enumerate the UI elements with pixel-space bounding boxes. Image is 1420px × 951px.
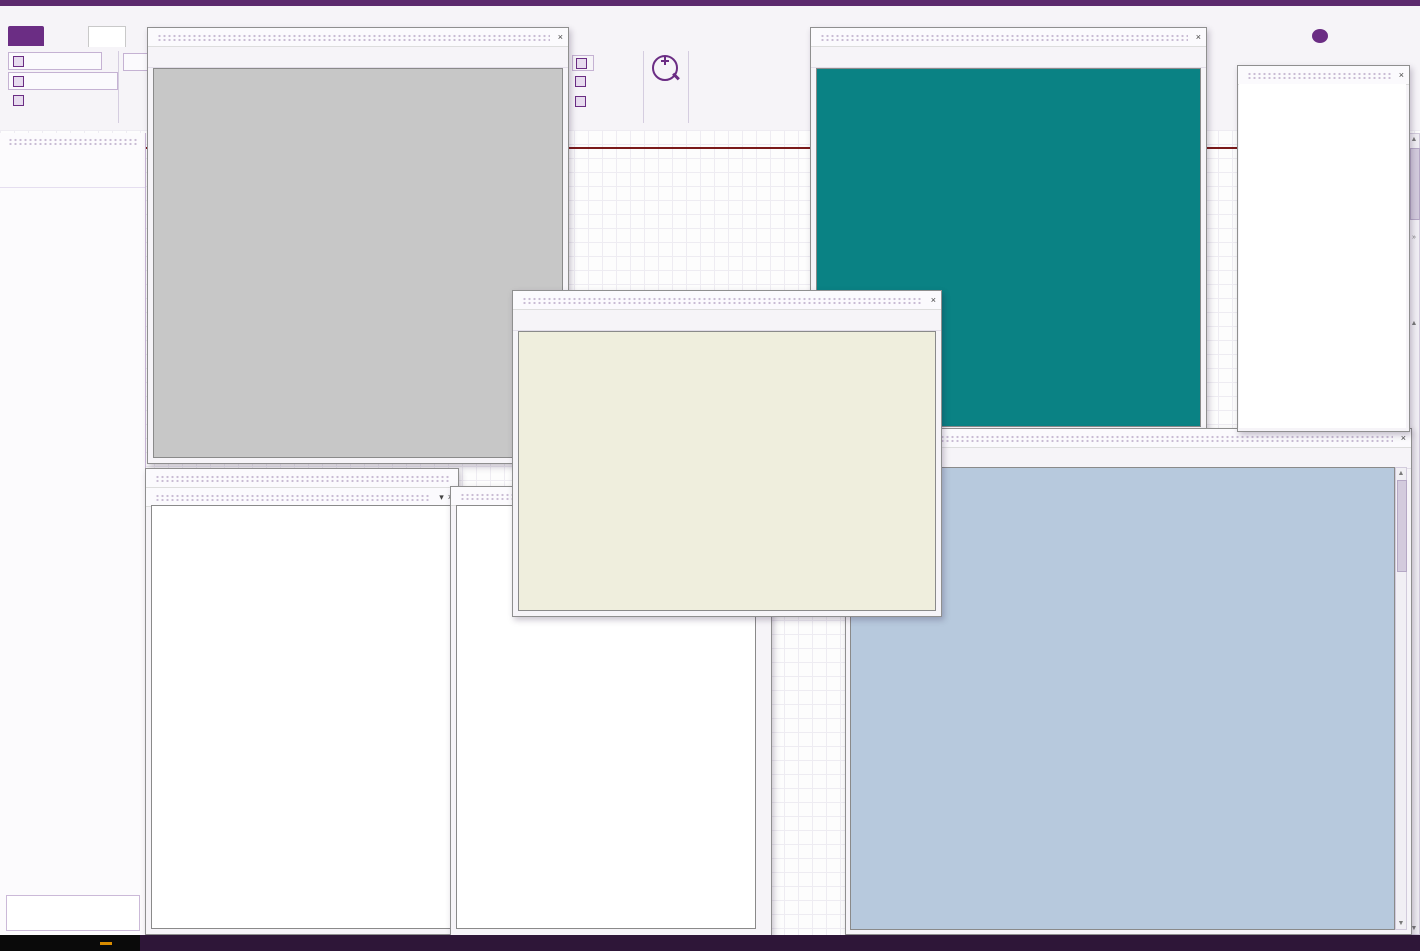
- eblocks-vertical-scrollbar[interactable]: ▲ ▼: [1395, 467, 1407, 930]
- target-window-titlebar[interactable]: ×: [1238, 66, 1409, 85]
- outputs-window-toolbar: [513, 310, 941, 331]
- target-device-body: [1239, 84, 1406, 428]
- pwm-window-titlebar[interactable]: ×: [811, 28, 1206, 47]
- icon-lists-toggle-icon: [575, 76, 586, 87]
- tab-file[interactable]: [8, 26, 44, 46]
- zoom-icon[interactable]: [652, 55, 680, 81]
- tab-view[interactable]: [88, 26, 126, 47]
- target-device-window: ×: [1237, 65, 1410, 432]
- analog-window-body: [151, 505, 453, 929]
- project-explorer-icon: [13, 55, 24, 67]
- explorer-footer-box: [6, 895, 140, 931]
- close-icon[interactable]: ×: [558, 32, 563, 42]
- view-icon-lists-toggle[interactable]: [575, 76, 589, 87]
- close-icon[interactable]: ×: [1196, 32, 1201, 42]
- outputs-panel-canvas: [518, 331, 936, 611]
- flowcode-app-window: ▲ » ▲ ▼ × × × ▲ ▼ ▾ × ×: [0, 0, 1420, 951]
- dropdown-caret-icon[interactable]: ▾: [439, 492, 444, 503]
- inputs-panel-canvas: [153, 68, 563, 458]
- status-bar: [0, 935, 1420, 951]
- pwm-window-toolbar: [811, 47, 1206, 68]
- status-indicator: [100, 942, 112, 945]
- inputs-window-titlebar[interactable]: ×: [148, 28, 568, 47]
- project-explorer-header: [0, 133, 145, 149]
- close-icon[interactable]: ×: [1399, 70, 1404, 80]
- project-explorer-panel: [0, 133, 146, 935]
- view-target-device-toggle[interactable]: [572, 55, 594, 71]
- component-properties-icon: [13, 75, 24, 87]
- ribbon-separator: [643, 51, 644, 123]
- flowcode-dock-window: ▾ ×: [145, 468, 459, 935]
- style-menu[interactable]: [1346, 26, 1380, 46]
- ribbon-find-replace-button[interactable]: [8, 92, 88, 109]
- help-icon[interactable]: [1312, 29, 1328, 43]
- style-caret-icon[interactable]: [1382, 26, 1394, 46]
- close-icon[interactable]: ×: [931, 295, 936, 305]
- panel-title-dots: [8, 137, 137, 145]
- collapse-ribbon-icon[interactable]: [1290, 26, 1304, 46]
- project-explorer-toolbar: [0, 151, 145, 188]
- outputs-and-dsp-window: ×: [512, 290, 942, 617]
- inputs-and-sensors-window: ×: [147, 27, 569, 464]
- ribbon-separator: [118, 51, 119, 123]
- dock-window-titlebar[interactable]: [146, 469, 458, 488]
- change-history-toggle-icon: [575, 96, 586, 107]
- tab-edit[interactable]: [50, 26, 84, 46]
- close-icon[interactable]: ×: [1401, 433, 1406, 443]
- ribbon-separator: [688, 51, 689, 123]
- target-device-toggle-icon: [576, 57, 587, 69]
- find-replace-icon: [13, 95, 24, 106]
- project-tree: [0, 189, 145, 895]
- outputs-window-titlebar[interactable]: ×: [513, 291, 941, 310]
- titlebar: [0, 6, 1420, 26]
- view-change-history-toggle[interactable]: [575, 96, 589, 107]
- ribbon-project-explorer-button[interactable]: [8, 52, 102, 70]
- inputs-window-toolbar: [148, 47, 568, 68]
- ribbon-component-properties-button[interactable]: [8, 72, 118, 90]
